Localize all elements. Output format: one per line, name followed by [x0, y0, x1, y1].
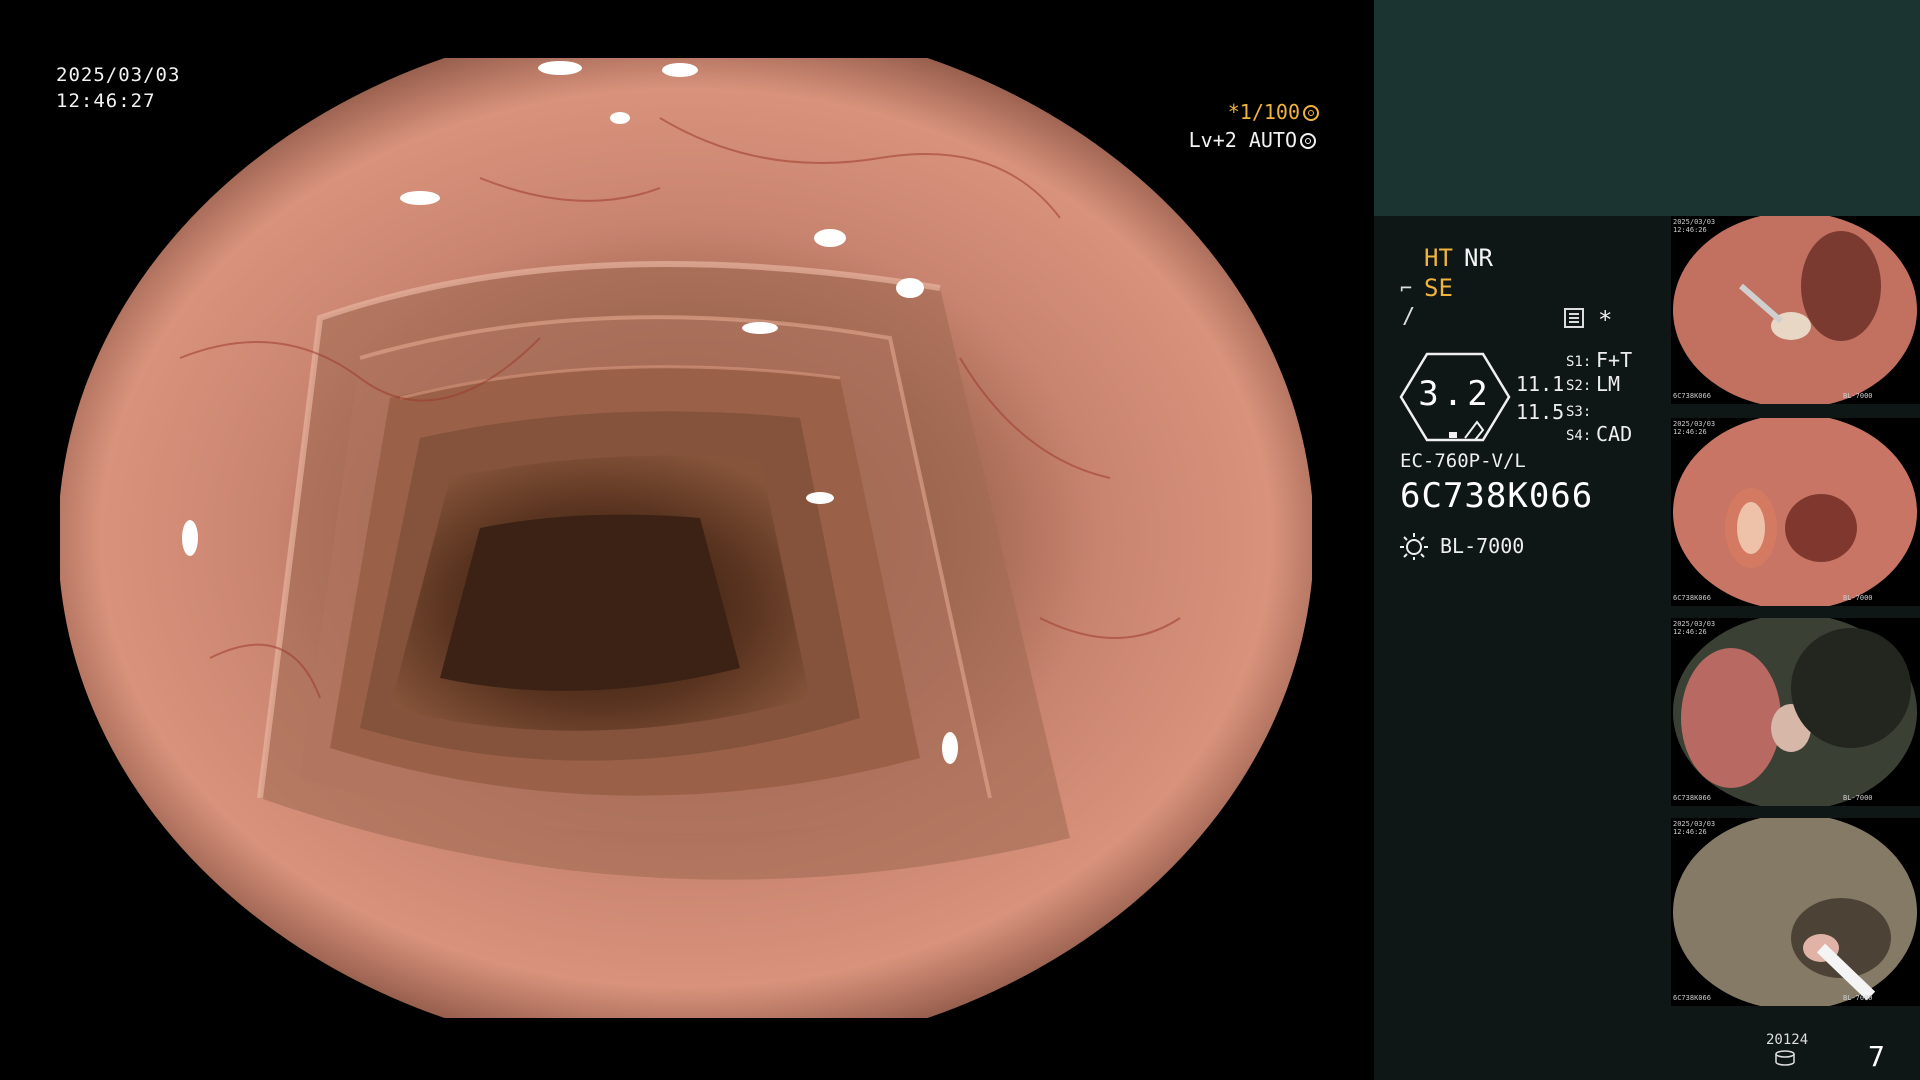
- thumbnail-time: 12:46:26: [1673, 828, 1707, 836]
- captured-image-thumbnail[interactable]: 2025/03/03 12:46:26 6C738K066 BL-7000: [1671, 216, 1920, 404]
- shutter-speed: *1/100: [1228, 100, 1319, 124]
- s2-label: S2:: [1566, 378, 1592, 394]
- auto-iris-icon: [1300, 133, 1316, 149]
- star-indicator: *: [1598, 306, 1613, 334]
- storage-icon: [1775, 1050, 1795, 1066]
- hexagon-value: 3.2: [1418, 374, 1492, 414]
- structure-enhance-icon: ⌐: [1400, 276, 1413, 300]
- light-source-icon: [1400, 533, 1428, 560]
- thumbnail-image: [1673, 418, 1917, 606]
- s2-value: LM: [1596, 372, 1621, 396]
- thumbnail-date: 2025/03/03: [1673, 820, 1716, 828]
- thumbnail-time: 12:46:26: [1673, 428, 1707, 436]
- captured-image-thumbnail[interactable]: 2025/03/03 12:46:26 6C738K066 BL-7000: [1671, 818, 1920, 1006]
- thumbnail-image: [1673, 618, 1917, 806]
- s4-value: CAD: [1596, 422, 1633, 446]
- ht-indicator: HT: [1424, 244, 1453, 272]
- value-bottom: 11.5: [1516, 400, 1565, 424]
- thumbnail-light: BL-7000: [1843, 594, 1873, 602]
- menu-icon: [1564, 308, 1584, 328]
- value-top: 11.1: [1516, 372, 1565, 396]
- time-text: 12:46:27: [56, 90, 156, 112]
- thumbnail-serial: 6C738K066: [1673, 594, 1711, 602]
- endoscope-view: [60, 58, 1312, 1018]
- nr-indicator: NR: [1464, 244, 1493, 272]
- s3-label: S3:: [1566, 404, 1592, 420]
- thumbnail-serial: 6C738K066: [1673, 794, 1711, 802]
- brightness-level-text: Lv+2 AUTO: [1188, 128, 1297, 152]
- thumbnail-light: BL-7000: [1843, 794, 1873, 802]
- captured-image-thumbnail[interactable]: 2025/03/03 12:46:26 6C738K066 BL-7000: [1671, 618, 1920, 806]
- date-text: 2025/03/03: [56, 64, 181, 86]
- image-count: 7: [1868, 1040, 1885, 1073]
- captured-image-thumbnail[interactable]: 2025/03/03 12:46:26 6C738K066 BL-7000: [1671, 418, 1920, 606]
- thumbnail-image: [1673, 216, 1917, 404]
- scope-serial: 6C738K066: [1400, 476, 1594, 516]
- thumbnail-time: 12:46:26: [1673, 628, 1707, 636]
- wave-icon: ∕: [1402, 304, 1416, 329]
- se-indicator: SE: [1424, 274, 1453, 302]
- thumbnail-time: 12:46:26: [1673, 226, 1707, 234]
- s1-value: F+T: [1596, 348, 1633, 372]
- aperture-icon: [1303, 105, 1319, 121]
- thumbnail-serial: 6C738K066: [1673, 392, 1711, 400]
- storage-counter: 20124: [1766, 1032, 1809, 1048]
- thumbnail-date: 2025/03/03: [1673, 620, 1716, 628]
- thumbnail-light: BL-7000: [1843, 392, 1873, 400]
- thumbnail-light: BL-7000: [1843, 994, 1873, 1002]
- scope-model: EC-760P-V/L: [1400, 450, 1526, 472]
- info-panel-header: [1374, 0, 1920, 216]
- thumbnail-date: 2025/03/03: [1673, 218, 1716, 226]
- light-source-model: BL-7000: [1440, 534, 1525, 558]
- brightness-level: Lv+2 AUTO: [1189, 128, 1316, 152]
- thumbnail-date: 2025/03/03: [1673, 420, 1716, 428]
- thumbnail-image: [1673, 818, 1917, 1006]
- thumbnail-serial: 6C738K066: [1673, 994, 1711, 1002]
- s4-label: S4:: [1566, 428, 1592, 444]
- shutter-speed-text: *1/100: [1227, 100, 1300, 124]
- s1-label: S1:: [1566, 354, 1592, 370]
